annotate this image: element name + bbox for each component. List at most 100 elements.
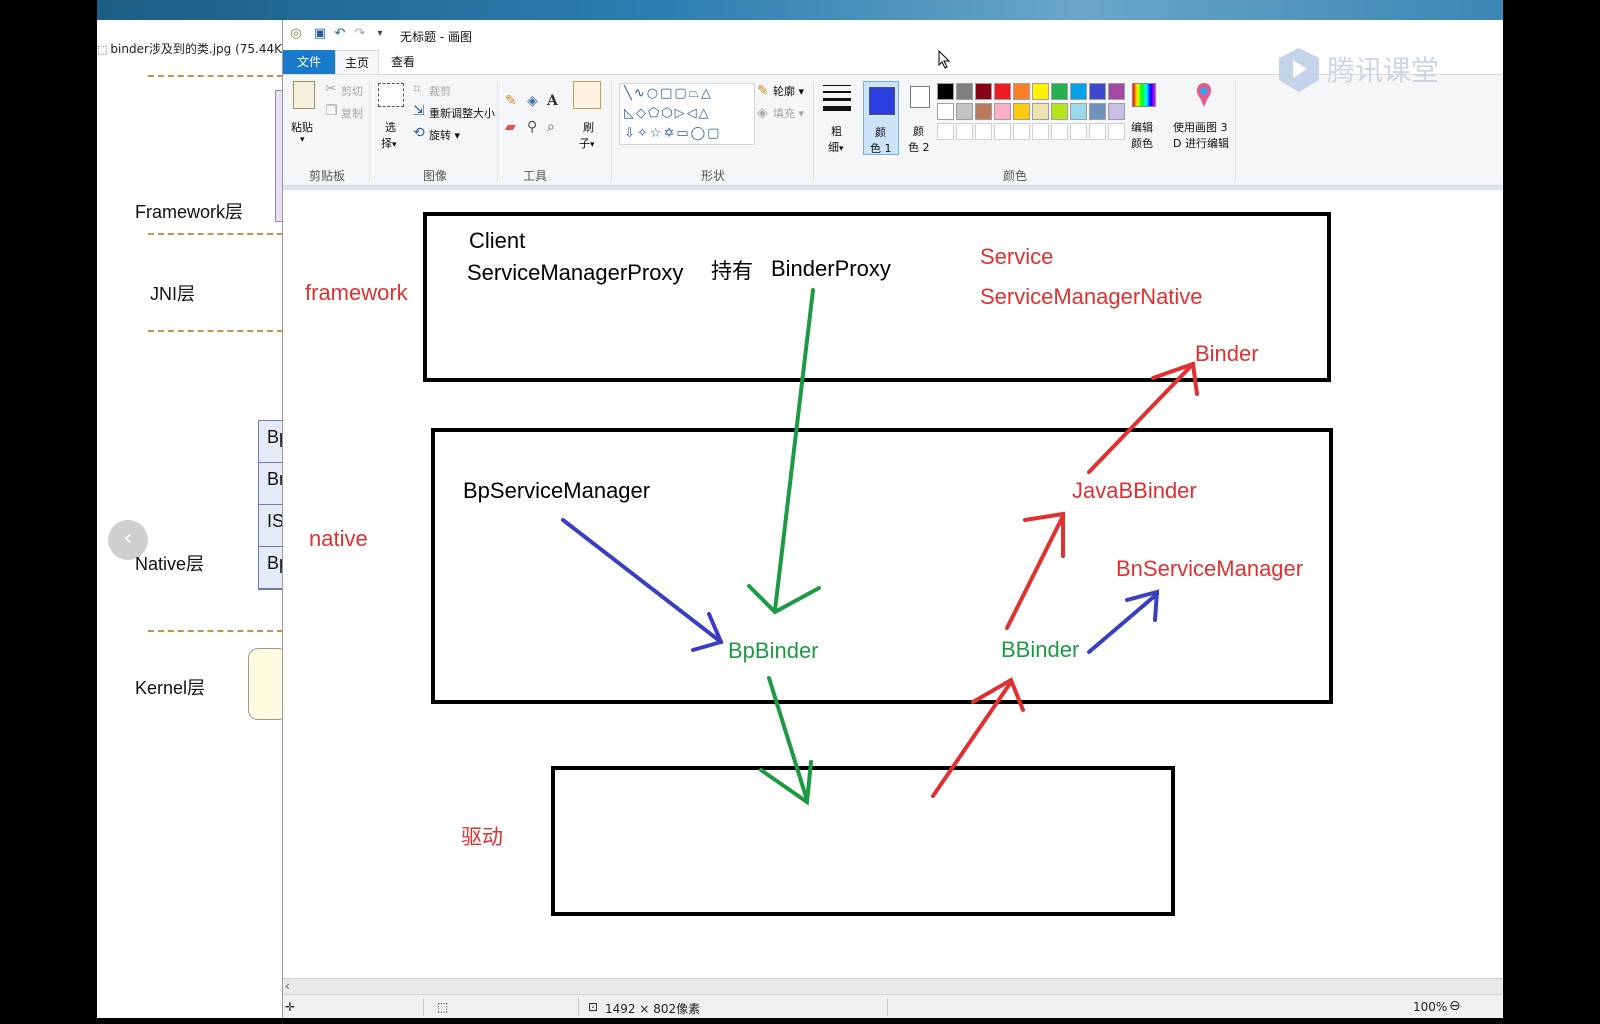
fill-icon[interactable]: ◈ <box>527 93 538 109</box>
edit-colors-button-line2[interactable]: 颜色 <box>1131 135 1153 151</box>
canvas-size-text: 1492 × 802像素 <box>605 1002 701 1016</box>
copy-button[interactable]: 复制 <box>341 105 363 121</box>
fill-label: 填充 <box>773 107 795 120</box>
group-label-tools: 工具 <box>523 169 548 183</box>
cut-button[interactable]: 剪切 <box>341 83 363 99</box>
palette-swatch[interactable] <box>1051 103 1068 120</box>
palette-swatch[interactable] <box>975 103 992 120</box>
edit-colors-icon[interactable] <box>1132 83 1156 107</box>
service-manager-proxy-label: ServiceManagerProxy <box>467 260 683 285</box>
screen: ⬚ binder涉及到的类.jpg (75.44KB , 9 Framework层… <box>0 0 1600 1024</box>
palette-swatch[interactable] <box>937 83 954 100</box>
resize-icon: ⇲ <box>413 103 425 119</box>
custom-color-slot[interactable] <box>937 123 954 140</box>
palette-swatch[interactable] <box>1013 103 1030 120</box>
select-icon[interactable] <box>378 83 404 107</box>
custom-color-slot[interactable] <box>1089 123 1106 140</box>
palette-swatch[interactable] <box>956 103 973 120</box>
custom-color-slot[interactable] <box>1032 123 1049 140</box>
text-icon[interactable]: A <box>547 93 558 109</box>
palette-swatch[interactable] <box>1013 83 1030 100</box>
undo-icon[interactable]: ↶ <box>333 27 347 41</box>
palette-swatch[interactable] <box>1032 103 1049 120</box>
image-icon: ⬚ <box>97 43 108 56</box>
paint3d-button-line2[interactable]: D 进行编辑 <box>1173 135 1229 151</box>
custom-color-slot[interactable] <box>1108 123 1125 140</box>
palette-swatch[interactable] <box>1032 83 1049 100</box>
palette-swatch[interactable] <box>1051 83 1068 100</box>
paste-icon[interactable] <box>293 81 315 109</box>
status-separator <box>578 998 579 1016</box>
custom-color-slot[interactable] <box>975 123 992 140</box>
crop-button[interactable]: 裁剪 <box>429 83 451 99</box>
custom-color-slot[interactable] <box>956 123 973 140</box>
paste-button[interactable]: 粘贴 <box>291 119 313 135</box>
desktop-strip <box>97 0 1503 20</box>
edit-colors-button[interactable]: 编辑 <box>1131 119 1153 135</box>
select-button-line2[interactable]: 择▾ <box>381 135 397 151</box>
custom-color-slot[interactable] <box>1051 123 1068 140</box>
drawing-canvas[interactable]: .t { font-family: "Liberation Sans", san… <box>283 190 1503 978</box>
custom-color-slot[interactable] <box>1013 123 1030 140</box>
select-button[interactable]: 选 <box>385 119 396 135</box>
palette-swatch[interactable] <box>1108 103 1125 120</box>
palette-swatch[interactable] <box>1089 83 1106 100</box>
group-separator <box>611 81 612 181</box>
framework-label: framework <box>305 280 409 305</box>
palette-swatch[interactable] <box>956 83 973 100</box>
resize-button[interactable]: 重新调整大小 <box>429 105 495 121</box>
paint-app-icon: ◎ <box>290 26 302 41</box>
status-separator <box>423 998 424 1016</box>
group-separator <box>497 81 498 181</box>
size-button[interactable]: 粗 <box>831 123 842 139</box>
select-button-label2: 择 <box>381 137 392 150</box>
table-cell: IS <box>259 505 283 547</box>
magnifier-icon[interactable]: ⌕ <box>547 119 555 135</box>
palette-swatch[interactable] <box>1108 83 1125 100</box>
brush-button-label2: 子 <box>579 137 590 150</box>
brush-button[interactable]: 刷 <box>583 119 594 135</box>
palette-swatch[interactable] <box>994 83 1011 100</box>
customize-qat-icon[interactable]: ▾ <box>373 27 387 41</box>
palette-swatch[interactable] <box>1089 103 1106 120</box>
palette-swatch[interactable] <box>937 103 954 120</box>
color-picker-icon[interactable]: ⚲ <box>527 119 537 135</box>
pencil-icon[interactable]: ✎ <box>505 93 517 109</box>
custom-color-slot[interactable] <box>1070 123 1087 140</box>
brush-icon[interactable] <box>573 81 601 109</box>
rotate-button[interactable]: 旋转 ▾ <box>429 127 460 143</box>
brush-button-line2[interactable]: 子▾ <box>579 135 595 151</box>
save-icon[interactable]: ▣ <box>313 27 327 41</box>
palette-swatch[interactable] <box>1070 103 1087 120</box>
shapes-gallery[interactable]: ╲∿○□▢⏢△ ◺◇⬠⬡▷◁△ ⇩✧☆✡▭◯▢ <box>619 83 755 145</box>
color2-button[interactable]: 颜 色 2 <box>905 81 935 155</box>
color1-button[interactable]: 颜 色 1 <box>863 81 899 155</box>
arrow-bbinder-to-bnservicemanager <box>1087 592 1159 654</box>
paint3d-button[interactable]: 使用画图 3 <box>1173 119 1228 135</box>
palette-swatch[interactable] <box>994 103 1011 120</box>
horizontal-scrollbar[interactable]: ‹ <box>283 978 1503 994</box>
redo-icon[interactable]: ↷ <box>353 27 367 41</box>
group-separator <box>1235 81 1236 181</box>
crop-icon: ⌗ <box>413 81 421 97</box>
tab-home[interactable]: 主页 <box>335 50 379 74</box>
outline-button[interactable]: 轮廓 ▾ <box>773 83 804 99</box>
chevron-down-icon[interactable]: ▾ <box>300 135 305 145</box>
copy-icon: ❐ <box>325 103 338 119</box>
tab-view[interactable]: 查看 <box>381 50 425 74</box>
paint3d-icon[interactable] <box>1191 81 1217 109</box>
size-icon[interactable] <box>823 85 851 116</box>
palette-swatch[interactable] <box>1070 83 1087 100</box>
service-manager-native-label: ServiceManagerNative <box>980 284 1203 309</box>
color1-label2: 色 1 <box>870 142 892 155</box>
eraser-icon[interactable]: ▰ <box>505 119 516 135</box>
size-button-line2[interactable]: 细▾ <box>828 139 844 155</box>
scroll-left-icon[interactable]: ‹ <box>285 979 290 993</box>
custom-color-slot[interactable] <box>994 123 1011 140</box>
palette-swatch[interactable] <box>975 83 992 100</box>
diagram-drawing: .t { font-family: "Liberation Sans", san… <box>305 212 1333 916</box>
fill-button[interactable]: 填充 ▾ <box>773 105 804 121</box>
service-label: Service <box>980 244 1053 269</box>
zoom-out-icon[interactable]: ⊖ <box>1449 998 1461 1014</box>
tab-file[interactable]: 文件 <box>283 50 335 74</box>
